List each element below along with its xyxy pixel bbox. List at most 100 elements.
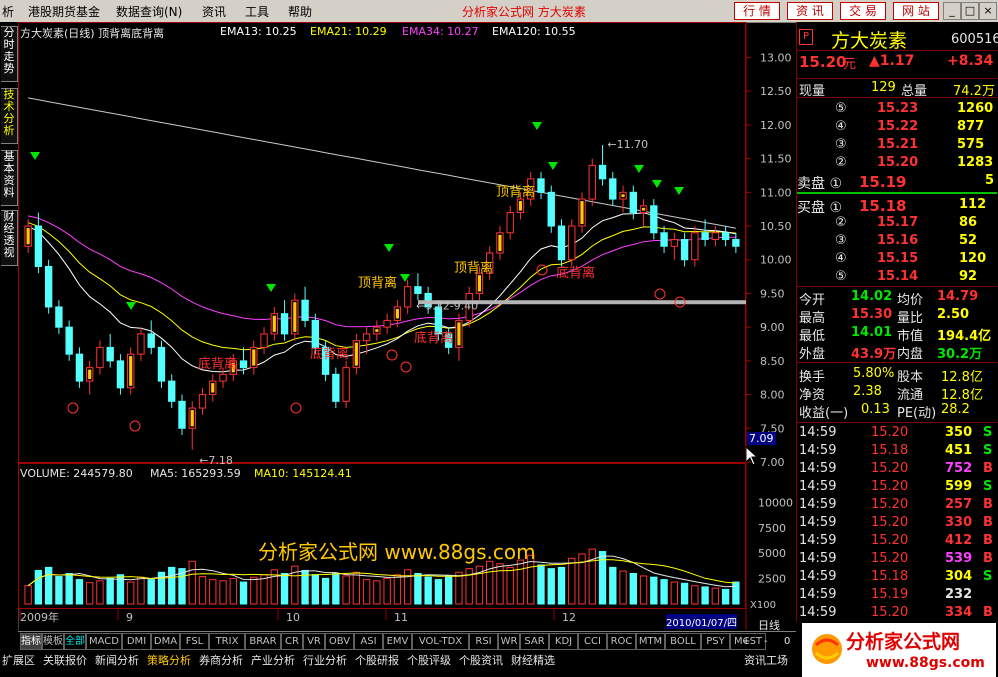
indicator-tab-vol-tdx[interactable]: VOL-TDX (412, 633, 469, 650)
indicator-tab-psy[interactable]: PSY (701, 633, 730, 650)
nav-tab-1[interactable]: 关联报价 (43, 652, 87, 668)
buy-level-row[interactable]: ④ 15.15 120 (797, 250, 997, 268)
candle-body (106, 346, 114, 362)
sell-level-row[interactable]: ⑤ 15.23 1260 (797, 100, 997, 118)
nav-tab-10[interactable]: 财经精选 (511, 652, 555, 668)
indicator-tab-rsi[interactable]: RSI (469, 633, 498, 650)
volume-bar (629, 573, 637, 605)
trade-button[interactable]: 交 易 (840, 2, 886, 20)
nav-tab-7[interactable]: 个股研报 (355, 652, 399, 668)
tick-time: 14:59 (799, 551, 837, 566)
indicator-tab-boll[interactable]: BOLL (665, 633, 701, 650)
maximize-icon[interactable]: □ (961, 2, 979, 20)
news-button[interactable]: 资 讯 (787, 2, 833, 20)
menu-item-help[interactable]: 帮助 (288, 3, 312, 20)
zoom-out-button[interactable]: - (764, 634, 768, 649)
volume-bar (321, 577, 330, 605)
indicator-tab-mtm[interactable]: MTM (636, 633, 665, 650)
indicator-tab-cr[interactable]: CR (281, 633, 303, 650)
kline-chart[interactable]: 13.00 12.50 12.00 11.50 11.00 10.50 10.00 9.50 9… (18, 22, 796, 632)
sell-level-row[interactable]: ③ 15.21 575 (797, 136, 997, 154)
tick-row: 14:59 15.18 451 S (797, 442, 997, 460)
menu-item-analysis[interactable]: 析 (2, 3, 14, 20)
zoom-in-button[interactable]: + (742, 634, 750, 649)
bottom-divergence-label: 底背离 (198, 356, 237, 372)
indicator-tab-模板[interactable]: 模板 (42, 633, 64, 650)
indicator-zoom-controls: + - 0 (740, 633, 796, 649)
volume-bar (127, 581, 135, 605)
website-button[interactable]: 网 站 (893, 2, 939, 20)
indicator-tab-obv[interactable]: OBV (325, 633, 354, 650)
nav-tab-9[interactable]: 个股资讯 (459, 652, 503, 668)
menu-item-data-query[interactable]: 数据查询(N) (116, 3, 182, 20)
volume-bar (424, 576, 432, 605)
tab-intraday[interactable]: 分时走势 (1, 26, 18, 82)
tick-price: 15.20 (871, 461, 909, 476)
menu-item-news[interactable]: 资讯 (202, 3, 226, 20)
indicator-tab-cci[interactable]: CCI (578, 633, 607, 650)
buy-level-label: ④ (835, 251, 847, 266)
indicator-tab-macd[interactable]: MACD (86, 633, 122, 650)
tab-finance[interactable]: 财经透视 (1, 210, 18, 266)
indicator-tab-wr[interactable]: WR (498, 633, 520, 650)
candle-body (732, 239, 740, 247)
nav-tab-5[interactable]: 产业分析 (251, 652, 295, 668)
nav-tab-6[interactable]: 行业分析 (303, 652, 347, 668)
nav-tab-8[interactable]: 个股评级 (407, 652, 451, 668)
minimize-icon[interactable]: _ (943, 2, 961, 20)
close-icon[interactable]: × (979, 2, 997, 20)
indicator-tab-vr[interactable]: VR (303, 633, 325, 650)
sell-signal-icon (674, 187, 684, 195)
ticks-divider (797, 422, 997, 423)
indicator-tab-asi[interactable]: ASI (354, 633, 383, 650)
price-axis-label: 10.00 (760, 254, 792, 267)
indicator-tab-全部[interactable]: 全部 (64, 633, 86, 650)
sell-level-row[interactable]: ② 15.20 1283 (797, 154, 997, 172)
signal-bar (641, 207, 646, 211)
indicator-tab-fsl[interactable]: FSL (180, 633, 209, 650)
menu-item-tools[interactable]: 工具 (245, 3, 269, 20)
nav-tab-2[interactable]: 新闻分析 (95, 652, 139, 668)
ema13-label: EMA13: 10.25 (220, 25, 297, 38)
tab-fundamentals[interactable]: 基本资料 (1, 150, 18, 206)
indicator-tab-trix[interactable]: TRIX (209, 633, 245, 650)
indicator-tab-dmi[interactable]: DMI (122, 633, 151, 650)
candle-body (721, 232, 730, 241)
quote-button[interactable]: 行 情 (734, 2, 780, 20)
indicator-tab-sar[interactable]: SAR (520, 633, 549, 650)
nav-tab-0[interactable]: 扩展区 (2, 652, 35, 668)
volume-bar (55, 576, 63, 605)
buy-level-row[interactable]: ③ 15.16 52 (797, 232, 997, 250)
sell-signal-icon (126, 302, 136, 310)
sell-level-row[interactable]: ④ 15.22 877 (797, 118, 997, 136)
candle-body (137, 333, 145, 355)
tab-technical[interactable]: 技术分析 (1, 88, 18, 144)
buy-level-row[interactable]: ⑤ 15.14 92 (797, 268, 997, 286)
ema34-label: EMA34: 10.27 (402, 25, 479, 38)
nav-tab-3[interactable]: 策略分析 (147, 652, 191, 668)
stat-value: 2.50 (937, 307, 970, 322)
indicator-tab-emv[interactable]: EMV (383, 633, 412, 650)
candle-body (75, 353, 84, 382)
nav-tab-4[interactable]: 券商分析 (199, 652, 243, 668)
stat-value: 14.02 (851, 289, 893, 304)
signal-bar (477, 275, 482, 292)
indicator-tab-dma[interactable]: DMA (151, 633, 180, 650)
sell-price: 15.20 (877, 155, 919, 170)
news-workshop-tab[interactable]: 资讯工场 (744, 652, 788, 668)
indicator-tab-brar[interactable]: BRAR (245, 633, 281, 650)
buy-level-row[interactable]: 买盘 ① 15.18 112 (797, 196, 997, 216)
zoom-reset-button[interactable]: 0 (784, 634, 790, 649)
indicator-tab-kdj[interactable]: KDJ (549, 633, 578, 650)
sell-level-row[interactable]: 卖盘 ① 15.19 5 (797, 172, 997, 192)
candle-body (701, 232, 709, 241)
indicator-tab-roc[interactable]: ROC (607, 633, 636, 650)
buy-volume: 112 (959, 197, 987, 212)
indicator-tab-指标[interactable]: 指标 (20, 633, 42, 650)
volume-bar (506, 566, 514, 605)
buy-level-row[interactable]: ② 15.17 86 (797, 214, 997, 232)
finance-row: 换手 5.80% 股本 12.8亿 (797, 365, 997, 385)
sell-signal-icon (634, 165, 644, 173)
menu-item-hk-futures[interactable]: 港股期货基金 (28, 3, 100, 20)
price-axis-label: 11.00 (760, 186, 792, 199)
